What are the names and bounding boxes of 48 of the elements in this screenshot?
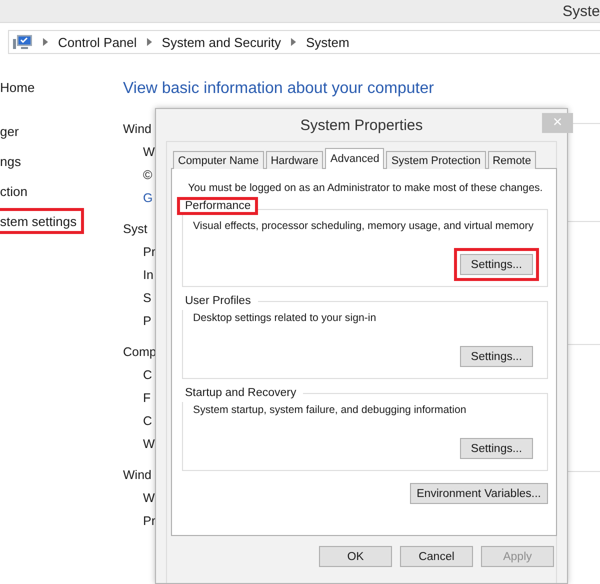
info-text: F [143,390,151,407]
breadcrumb-item[interactable]: Control Panel [58,34,137,50]
section-heading: Comp [123,344,156,361]
info-text: P [143,313,152,330]
admin-note: You must be logged on as an Administrator to make most of these changes. [188,182,543,194]
info-text: In [143,267,154,284]
section-heading: Wind [123,121,152,138]
info-text: © [143,167,152,184]
sidebar-link[interactable]: stem settings [0,208,84,234]
info-text: W [143,144,155,161]
settings-button[interactable]: Settings... [460,254,533,275]
sidebar-link[interactable]: ngs [0,148,28,174]
group-description: Desktop settings related to your sign-in [193,312,376,324]
section-heading: Syst [123,221,148,238]
info-text: W [143,490,155,507]
settings-button[interactable]: Settings... [460,438,533,459]
info-text: W [143,436,155,453]
breadcrumb-item[interactable]: System and Security [162,34,281,50]
window-title: Syste [562,2,600,20]
info-text: C [143,413,152,430]
sidebar-link[interactable]: ger [0,118,26,144]
tab[interactable]: Computer Name [173,151,264,169]
info-text: C [143,367,152,384]
group-description: Visual effects, processor scheduling, memory usage, and virtual memory [193,220,534,232]
tab[interactable]: Remote [488,151,536,169]
computer-icon [13,34,33,50]
dialog-button[interactable]: OK [319,546,392,567]
info-text: Pr [143,513,156,530]
group-title: Performance [177,197,258,215]
environment-variables-button[interactable]: Environment Variables... [410,483,548,504]
link[interactable]: G [143,187,153,210]
dialog-button[interactable]: Cancel [400,546,473,567]
chevron-right-icon [146,38,152,46]
chevron-right-icon [43,38,48,46]
sidebar-link[interactable]: Home [0,74,42,100]
settings-button[interactable]: Settings... [460,346,533,367]
chevron-right-icon [291,38,296,46]
info-text: Pr [143,244,156,261]
tab[interactable]: Hardware [266,151,324,169]
page-heading: View basic information about your computer [123,80,435,98]
sidebar-link[interactable]: ction [0,178,34,204]
dialog-title: System Properties [300,116,423,134]
info-text: S [143,290,152,307]
group-description: System startup, system failure, and debugging information [193,404,466,416]
section-heading: Wind [123,467,152,484]
tab[interactable]: System Protection [386,151,486,169]
tab[interactable]: Advanced [325,148,384,169]
breadcrumb-item[interactable]: System [306,34,350,50]
